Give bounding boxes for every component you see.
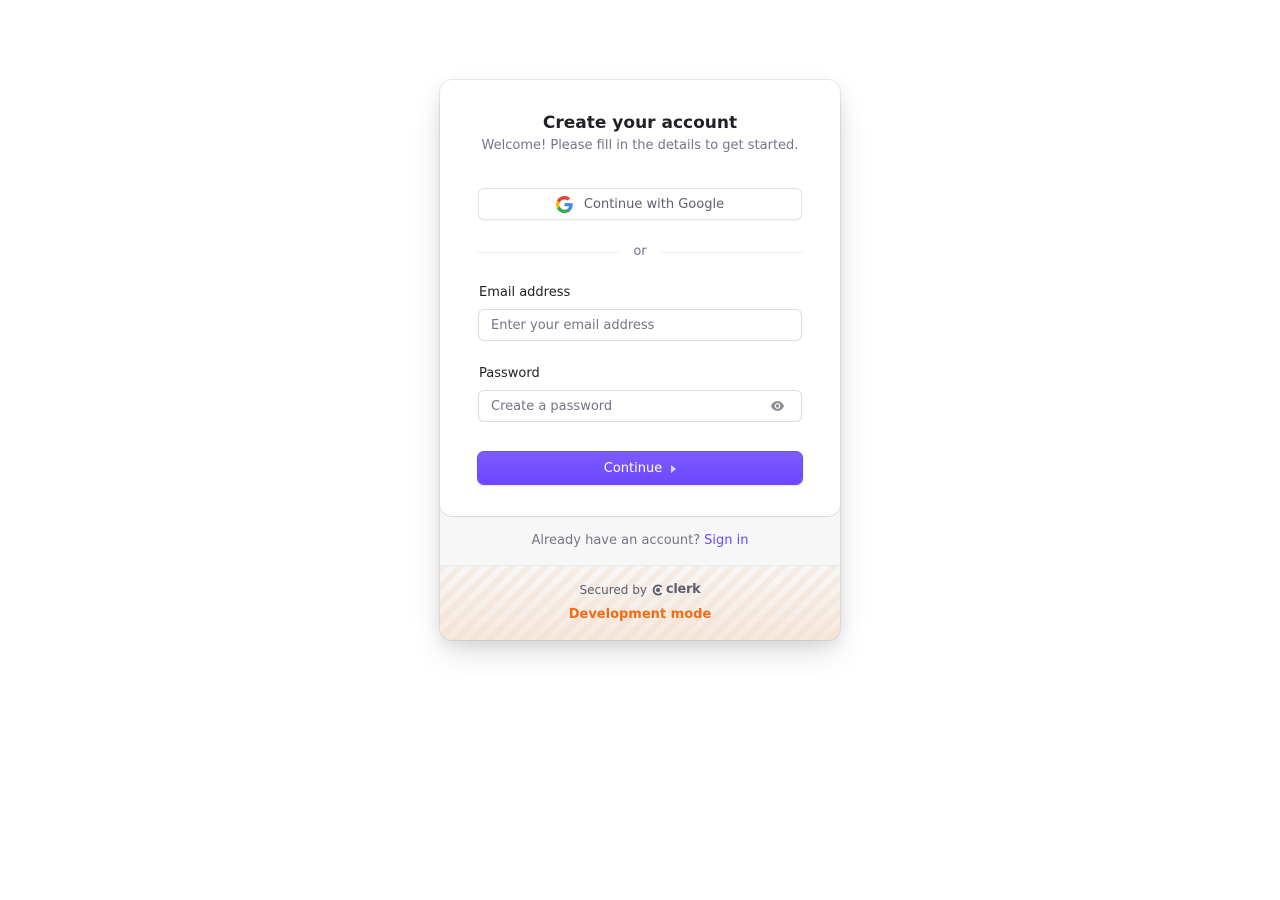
clerk-mark-icon: [652, 584, 662, 596]
sign-in-prompt: Already have an account? Sign in: [440, 516, 840, 566]
password-input[interactable]: Create a password: [478, 390, 802, 422]
continue-with-google-label: Continue with Google: [583, 196, 725, 212]
continue-with-google-button[interactable]: Continue with Google: [478, 188, 802, 220]
secured-by-text: Secured by: [579, 583, 647, 597]
triangle-right-icon: [671, 464, 677, 473]
page-title: Create your account: [542, 113, 738, 133]
sign-up-form-panel: Create your account Welcome! Please fill…: [440, 80, 840, 516]
google-icon: [555, 195, 573, 213]
development-mode-badge: Development mode: [568, 607, 712, 622]
sign-up-card: Create your account Welcome! Please fill…: [440, 80, 840, 640]
eye-icon[interactable]: [771, 401, 784, 411]
password-placeholder: Create a password: [491, 398, 613, 414]
divider-line-left: [478, 251, 620, 253]
sign-in-link[interactable]: Sign in: [704, 533, 748, 548]
email-placeholder: Enter your email address: [491, 317, 655, 333]
dev-mode-footer: Secured by clerk Development mode: [440, 566, 840, 640]
continue-label: Continue: [603, 460, 663, 476]
clerk-logo[interactable]: clerk: [652, 582, 701, 598]
email-input[interactable]: Enter your email address: [478, 309, 802, 341]
sign-in-prompt-text: Already have an account?: [531, 533, 701, 548]
password-label: Password: [479, 366, 540, 381]
divider-line-right: [660, 251, 802, 253]
clerk-brand-text: clerk: [665, 582, 701, 597]
divider-text: or: [633, 244, 647, 259]
continue-button[interactable]: Continue: [478, 452, 802, 484]
email-label: Email address: [479, 285, 571, 300]
secured-by: Secured by clerk: [440, 582, 840, 598]
or-divider: or: [478, 244, 802, 260]
page-subtitle: Welcome! Please fill in the details to g…: [481, 138, 799, 153]
